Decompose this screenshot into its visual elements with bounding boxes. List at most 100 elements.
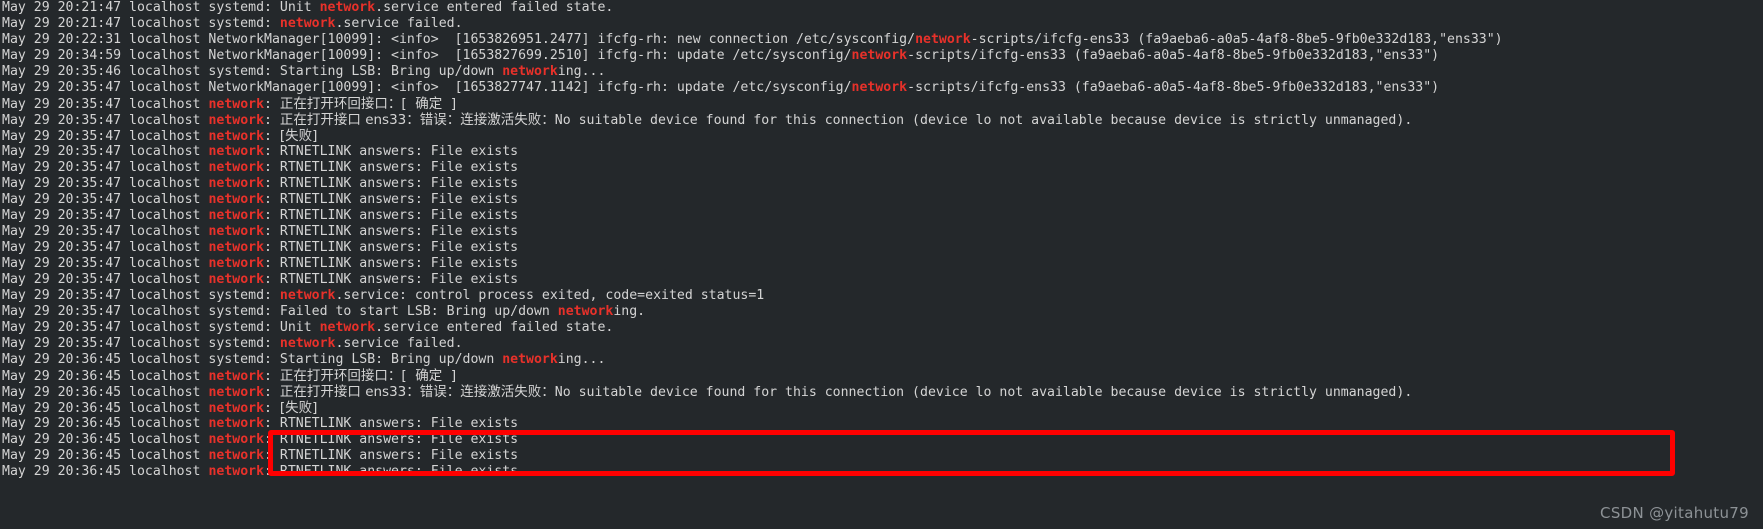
log-text: <info> [1653827747.1142] ifcfg-rh: updat… [383,80,852,95]
log-text: : [264,113,280,128]
terminal-log-view[interactable]: May 29 20:21:47 localhost systemd: Unit … [0,0,1763,529]
log-keyword-network: network [915,32,971,47]
log-keyword-network: network [319,0,376,15]
log-text: .service entered failed state. [375,0,614,15]
log-text: ing... [557,64,606,79]
log-line-prefix: May 29 20:22:31 localhost NetworkManager… [2,32,384,47]
log-text: : RTNETLINK answers: File exists [264,272,519,287]
log-line-prefix: May 29 20:35:47 localhost [2,256,209,271]
log-line: May 29 20:36:45 localhost network: 正在打开环… [2,368,1763,384]
log-keyword-network: network [208,208,265,223]
log-line: May 29 20:35:47 localhost network: RTNET… [2,272,1763,288]
log-line: May 29 20:35:46 localhost systemd: Start… [2,64,1763,80]
log-line: May 29 20:22:31 localhost NetworkManager… [2,32,1763,48]
log-text: <info> [1653827699.2510] ifcfg-rh: updat… [383,48,852,63]
log-line: May 29 20:36:45 localhost network: RTNET… [2,448,1763,464]
log-keyword-network: network [208,369,265,384]
log-line-prefix: May 29 20:35:47 localhost systemd: [2,304,272,319]
log-keyword-network: network [208,144,265,159]
log-keyword-network: network [208,192,265,207]
log-text: .service entered failed state. [375,320,614,335]
log-keyword-network: network [851,80,908,95]
log-text: Unit [271,0,320,15]
log-text: No suitable device found for this connec… [554,385,1413,400]
log-text: Starting LSB: Bring up/down [271,352,503,367]
log-keyword-network: network [502,64,558,79]
log-line: May 29 20:35:47 localhost network: RTNET… [2,208,1763,224]
log-line-prefix: May 29 20:35:47 localhost systemd: [2,288,272,303]
log-line-prefix: May 29 20:35:47 localhost [2,240,209,255]
log-line-prefix: May 29 20:36:45 localhost systemd: [2,352,272,367]
log-keyword-network: network [208,97,265,112]
log-text: Failed to start LSB: Bring up/down [271,304,558,319]
log-line-prefix: May 29 20:35:47 localhost [2,192,209,207]
log-line: May 29 20:35:47 localhost network: 正在打开环… [2,96,1763,112]
log-line: May 29 20:35:47 localhost network: 正在打开接… [2,112,1763,128]
log-line-prefix: May 29 20:36:45 localhost [2,369,209,384]
log-text: [失败] [279,128,318,144]
log-keyword-network: network [208,129,265,144]
log-line-prefix: May 29 20:35:47 localhost [2,113,209,128]
log-text: : RTNETLINK answers: File exists [264,176,519,191]
log-line-prefix: May 29 20:35:47 localhost [2,144,209,159]
log-text: Unit [271,320,320,335]
log-text: : [264,129,280,144]
log-keyword-network: network [279,16,336,31]
log-text: : RTNETLINK answers: File exists [264,224,519,239]
log-text: : [264,97,280,112]
log-line-prefix: May 29 20:36:45 localhost [2,448,209,463]
log-text: 正在打开接口 ens33：错误：连接激活失败： [279,112,555,128]
log-line-prefix: May 29 20:36:45 localhost [2,464,209,479]
log-text: : RTNETLINK answers: File exists [264,432,519,447]
log-keyword-network: network [208,416,265,431]
log-line: May 29 20:34:59 localhost NetworkManager… [2,48,1763,64]
log-text: : RTNETLINK answers: File exists [264,464,519,479]
log-line: May 29 20:35:47 localhost systemd: netwo… [2,288,1763,304]
log-line-prefix: May 29 20:35:47 localhost [2,176,209,191]
log-line-prefix: May 29 20:35:46 localhost systemd: [2,64,272,79]
log-keyword-network: network [851,48,908,63]
log-keyword-network: network [502,352,558,367]
log-line: May 29 20:36:45 localhost network: RTNET… [2,432,1763,448]
log-text: .service: control process exited, code=e… [335,288,765,303]
log-text: : RTNETLINK answers: File exists [264,416,519,431]
log-line-prefix: May 29 20:35:47 localhost NetworkManager… [2,80,384,95]
log-text: No suitable device found for this connec… [554,113,1413,128]
log-text: <info> [1653826951.2477] ifcfg-rh: new c… [383,32,916,47]
log-line: May 29 20:21:47 localhost systemd: netwo… [2,16,1763,32]
log-text: -scripts/ifcfg-ens33 (fa9aeba6-a0a5-4af8… [907,80,1440,95]
log-line-prefix: May 29 20:21:47 localhost systemd: [2,0,272,15]
log-keyword-network: network [279,288,336,303]
log-text: : [264,369,280,384]
log-text: .service failed. [335,16,463,31]
log-text: [失败] [279,400,318,416]
log-keyword-network: network [208,240,265,255]
log-line-prefix: May 29 20:34:59 localhost NetworkManager… [2,48,384,63]
log-line: May 29 20:35:47 localhost network: RTNET… [2,144,1763,160]
log-line-prefix: May 29 20:36:45 localhost [2,385,209,400]
log-line-prefix: May 29 20:35:47 localhost [2,97,209,112]
log-keyword-network: network [208,160,265,175]
log-keyword-network: network [208,113,265,128]
log-line: May 29 20:36:45 localhost network: RTNET… [2,416,1763,432]
log-line-container: May 29 20:21:47 localhost systemd: Unit … [2,0,1763,480]
log-text: : RTNETLINK answers: File exists [264,192,519,207]
log-line-prefix: May 29 20:35:47 localhost [2,160,209,175]
log-text: : RTNETLINK answers: File exists [264,208,519,223]
log-text: .service failed. [335,336,463,351]
log-keyword-network: network [208,272,265,287]
log-text: : RTNETLINK answers: File exists [264,160,519,175]
log-line-prefix: May 29 20:36:45 localhost [2,401,209,416]
log-line-prefix: May 29 20:35:47 localhost systemd: [2,320,272,335]
watermark-label: CSDN @yitahutu79 [1600,504,1749,522]
log-line: May 29 20:35:47 localhost network: RTNET… [2,224,1763,240]
log-line: May 29 20:35:47 localhost network: RTNET… [2,192,1763,208]
log-keyword-network: network [279,336,336,351]
log-text: 正在打开环回接口：[ 确定 ] [279,96,457,112]
log-line: May 29 20:36:45 localhost systemd: Start… [2,352,1763,368]
log-text: Starting LSB: Bring up/down [271,64,503,79]
log-line: May 29 20:35:47 localhost network: RTNET… [2,256,1763,272]
